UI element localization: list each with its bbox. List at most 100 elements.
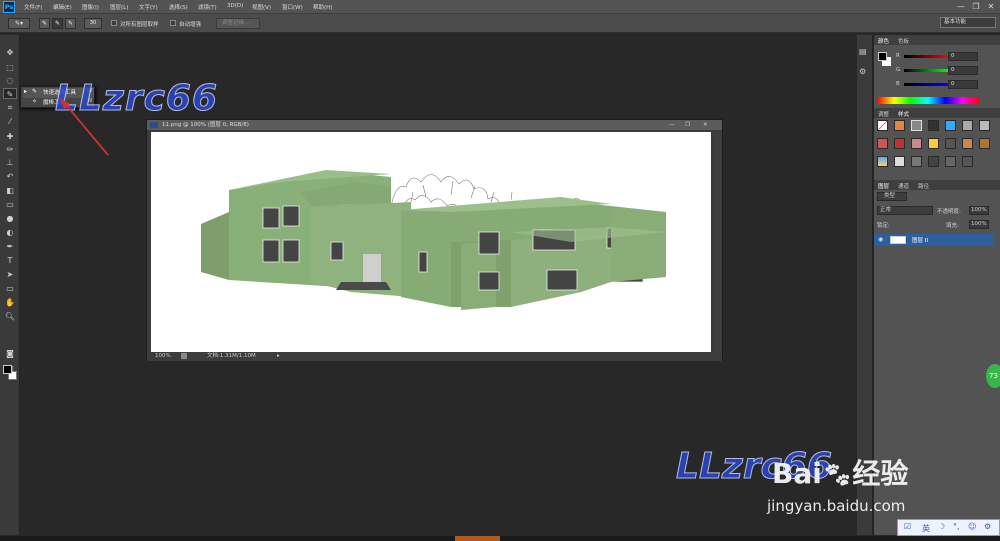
hand-tool-icon[interactable]: ✋	[3, 297, 17, 308]
lasso-tool-icon[interactable]: ◌	[3, 75, 17, 86]
fill-input[interactable]: 100%	[969, 220, 989, 229]
opacity-input[interactable]: 100%	[969, 206, 989, 215]
properties-panel-icon[interactable]: ⚙	[859, 67, 871, 77]
healing-brush-tool-icon[interactable]: ✚	[3, 131, 17, 142]
type-tool-icon[interactable]: T	[3, 255, 17, 266]
eyedropper-tool-icon[interactable]: ⁄	[3, 116, 17, 127]
doc-minimize-icon[interactable]: —	[669, 120, 675, 130]
status-menu-arrow-icon[interactable]: ▸	[277, 352, 280, 361]
style-swatch[interactable]	[894, 138, 905, 149]
style-swatch[interactable]	[945, 120, 956, 131]
image-canvas[interactable]	[151, 132, 711, 352]
dodge-tool-icon[interactable]: ◐	[3, 227, 17, 238]
subtract-from-selection-icon[interactable]: ✎	[65, 18, 76, 29]
tab-layers[interactable]: 图层	[878, 182, 889, 190]
style-swatch[interactable]	[945, 138, 956, 149]
ime-language[interactable]: 英	[922, 523, 930, 534]
rectangle-tool-icon[interactable]: ▭	[3, 283, 17, 294]
style-swatch[interactable]	[877, 138, 888, 149]
path-selection-tool-icon[interactable]: ➤	[3, 269, 17, 280]
style-swatch[interactable]	[911, 138, 922, 149]
user-icon[interactable]: ☺	[968, 522, 976, 531]
menu-view[interactable]: 视图(V)	[252, 3, 271, 11]
notification-badge[interactable]: 73	[986, 364, 1000, 388]
doc-close-icon[interactable]: ✕	[703, 120, 708, 130]
style-swatch[interactable]	[979, 138, 990, 149]
style-swatch[interactable]	[962, 156, 973, 167]
tab-adjustments[interactable]: 调整	[878, 110, 889, 118]
blend-mode-select[interactable]: 正常	[877, 206, 933, 215]
layer-filter-select[interactable]: 类型	[877, 192, 907, 201]
document-title-bar[interactable]: 11.png @ 100% (图层 0, RGB/8) — ❐ ✕	[147, 120, 722, 130]
green-slider[interactable]	[904, 69, 948, 72]
zoom-level[interactable]: 100%	[155, 352, 171, 361]
new-selection-icon[interactable]: ✎	[39, 18, 50, 29]
gear-icon[interactable]: ⚙	[984, 522, 991, 531]
style-swatch[interactable]	[928, 120, 939, 131]
style-swatch[interactable]	[945, 156, 956, 167]
blue-value[interactable]: 0	[948, 80, 978, 89]
doc-restore-icon[interactable]: ❐	[685, 120, 690, 130]
blue-slider[interactable]	[904, 83, 948, 86]
close-button[interactable]: ✕	[984, 1, 998, 13]
moon-icon[interactable]: ☽	[938, 522, 945, 531]
layer-row[interactable]: ◉ 图层 0	[874, 234, 994, 246]
style-swatch[interactable]	[979, 120, 990, 131]
menu-type[interactable]: 文字(Y)	[139, 3, 158, 11]
color-spectrum-bar[interactable]	[877, 97, 979, 104]
menu-image[interactable]: 图像(I)	[82, 3, 99, 11]
vertical-scrollbar[interactable]	[713, 132, 721, 352]
taskbar-app-button[interactable]	[455, 536, 500, 541]
foreground-color-swatch[interactable]	[3, 365, 12, 374]
tool-preset-picker[interactable]: ✎▾	[8, 18, 30, 29]
color-panel-foreground-swatch[interactable]	[878, 52, 887, 61]
style-swatch[interactable]	[911, 156, 922, 167]
style-swatch[interactable]	[928, 138, 939, 149]
marquee-tool-icon[interactable]: ⬚	[3, 62, 17, 73]
style-swatch[interactable]	[928, 156, 939, 167]
eraser-tool-icon[interactable]: ◧	[3, 185, 17, 196]
ime-toolbar[interactable]: ☑ 英 ☽ °, ☺ ⚙	[897, 519, 1000, 536]
punctuation-icon[interactable]: °,	[953, 522, 960, 531]
ime-logo-icon[interactable]: ☑	[904, 522, 911, 531]
quick-mask-icon[interactable]: ◙	[3, 348, 17, 359]
tab-swatches[interactable]: 色板	[898, 37, 909, 45]
style-swatch[interactable]	[877, 120, 888, 131]
visibility-eye-icon[interactable]: ◉	[878, 236, 883, 243]
menu-help[interactable]: 帮助(H)	[313, 3, 332, 11]
style-swatch[interactable]	[877, 156, 888, 167]
crop-tool-icon[interactable]: ⌗	[3, 102, 17, 113]
menu-3d[interactable]: 3D(D)	[227, 3, 243, 9]
menu-select[interactable]: 选择(S)	[169, 3, 188, 11]
menu-edit[interactable]: 编辑(E)	[53, 3, 72, 11]
history-brush-tool-icon[interactable]: ↶	[3, 171, 17, 182]
style-swatch[interactable]	[962, 138, 973, 149]
restore-button[interactable]: ❐	[969, 1, 983, 13]
menu-window[interactable]: 窗口(W)	[282, 3, 303, 11]
red-slider[interactable]	[904, 55, 948, 58]
menu-file[interactable]: 文件(F)	[24, 3, 42, 11]
brush-size-picker[interactable]: 30	[84, 18, 102, 29]
minimize-button[interactable]: —	[954, 1, 968, 13]
tab-styles[interactable]: 样式	[898, 110, 909, 118]
sample-all-layers-checkbox[interactable]	[111, 20, 117, 26]
zoom-tool-icon[interactable]: 🔍︎	[3, 311, 17, 322]
workspace-select[interactable]: 基本功能	[940, 17, 996, 28]
pen-tool-icon[interactable]: ✒	[3, 241, 17, 252]
style-swatch[interactable]	[894, 156, 905, 167]
brush-tool-icon[interactable]: ✏	[3, 144, 17, 155]
tab-paths[interactable]: 路径	[918, 182, 929, 190]
history-panel-icon[interactable]: ▤	[859, 47, 871, 57]
style-swatch[interactable]	[962, 120, 973, 131]
auto-enhance-checkbox[interactable]	[170, 20, 176, 26]
clone-stamp-tool-icon[interactable]: ⊥	[3, 157, 17, 168]
blur-tool-icon[interactable]: ●	[3, 213, 17, 224]
gradient-tool-icon[interactable]: ▭	[3, 199, 17, 210]
quick-selection-tool-icon[interactable]: ✎	[3, 88, 17, 99]
move-tool-icon[interactable]: ✥	[3, 47, 17, 58]
menu-filter[interactable]: 滤镜(T)	[198, 3, 217, 11]
style-swatch[interactable]	[911, 120, 922, 131]
tab-color[interactable]: 颜色	[878, 37, 889, 45]
style-swatch[interactable]	[894, 120, 905, 131]
refine-edge-button[interactable]: 调整边缘...	[216, 18, 260, 29]
